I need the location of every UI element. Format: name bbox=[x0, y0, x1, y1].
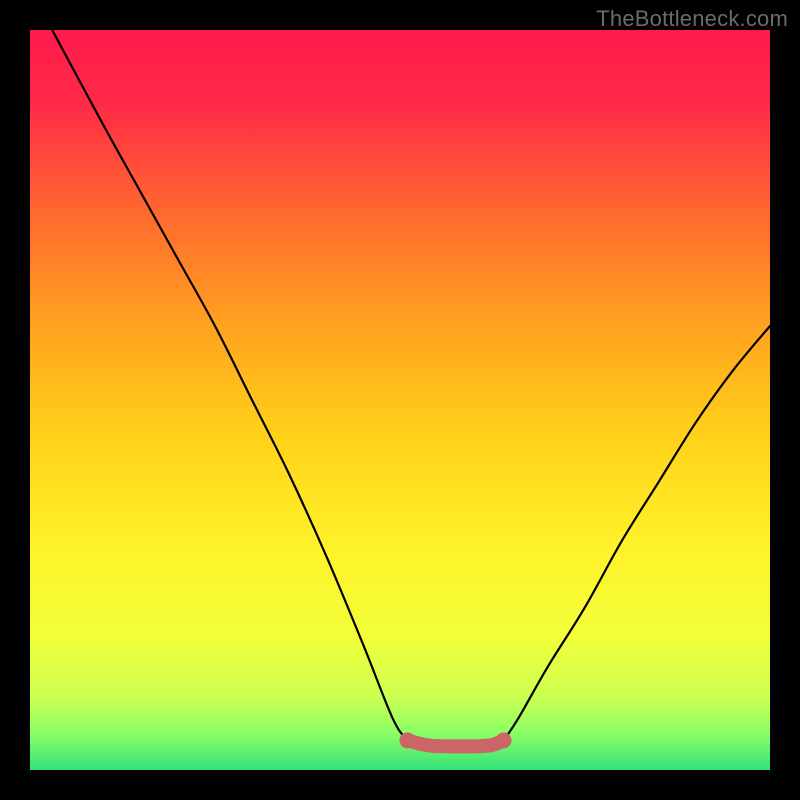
chart-svg bbox=[30, 30, 770, 770]
gradient-background bbox=[30, 30, 770, 770]
valley-endpoint bbox=[496, 732, 512, 748]
series-valley-flat bbox=[407, 740, 503, 746]
valley-endpoint bbox=[399, 732, 415, 748]
watermark-text: TheBottleneck.com bbox=[596, 6, 788, 32]
chart-frame: TheBottleneck.com bbox=[0, 0, 800, 800]
plot-area bbox=[30, 30, 770, 770]
